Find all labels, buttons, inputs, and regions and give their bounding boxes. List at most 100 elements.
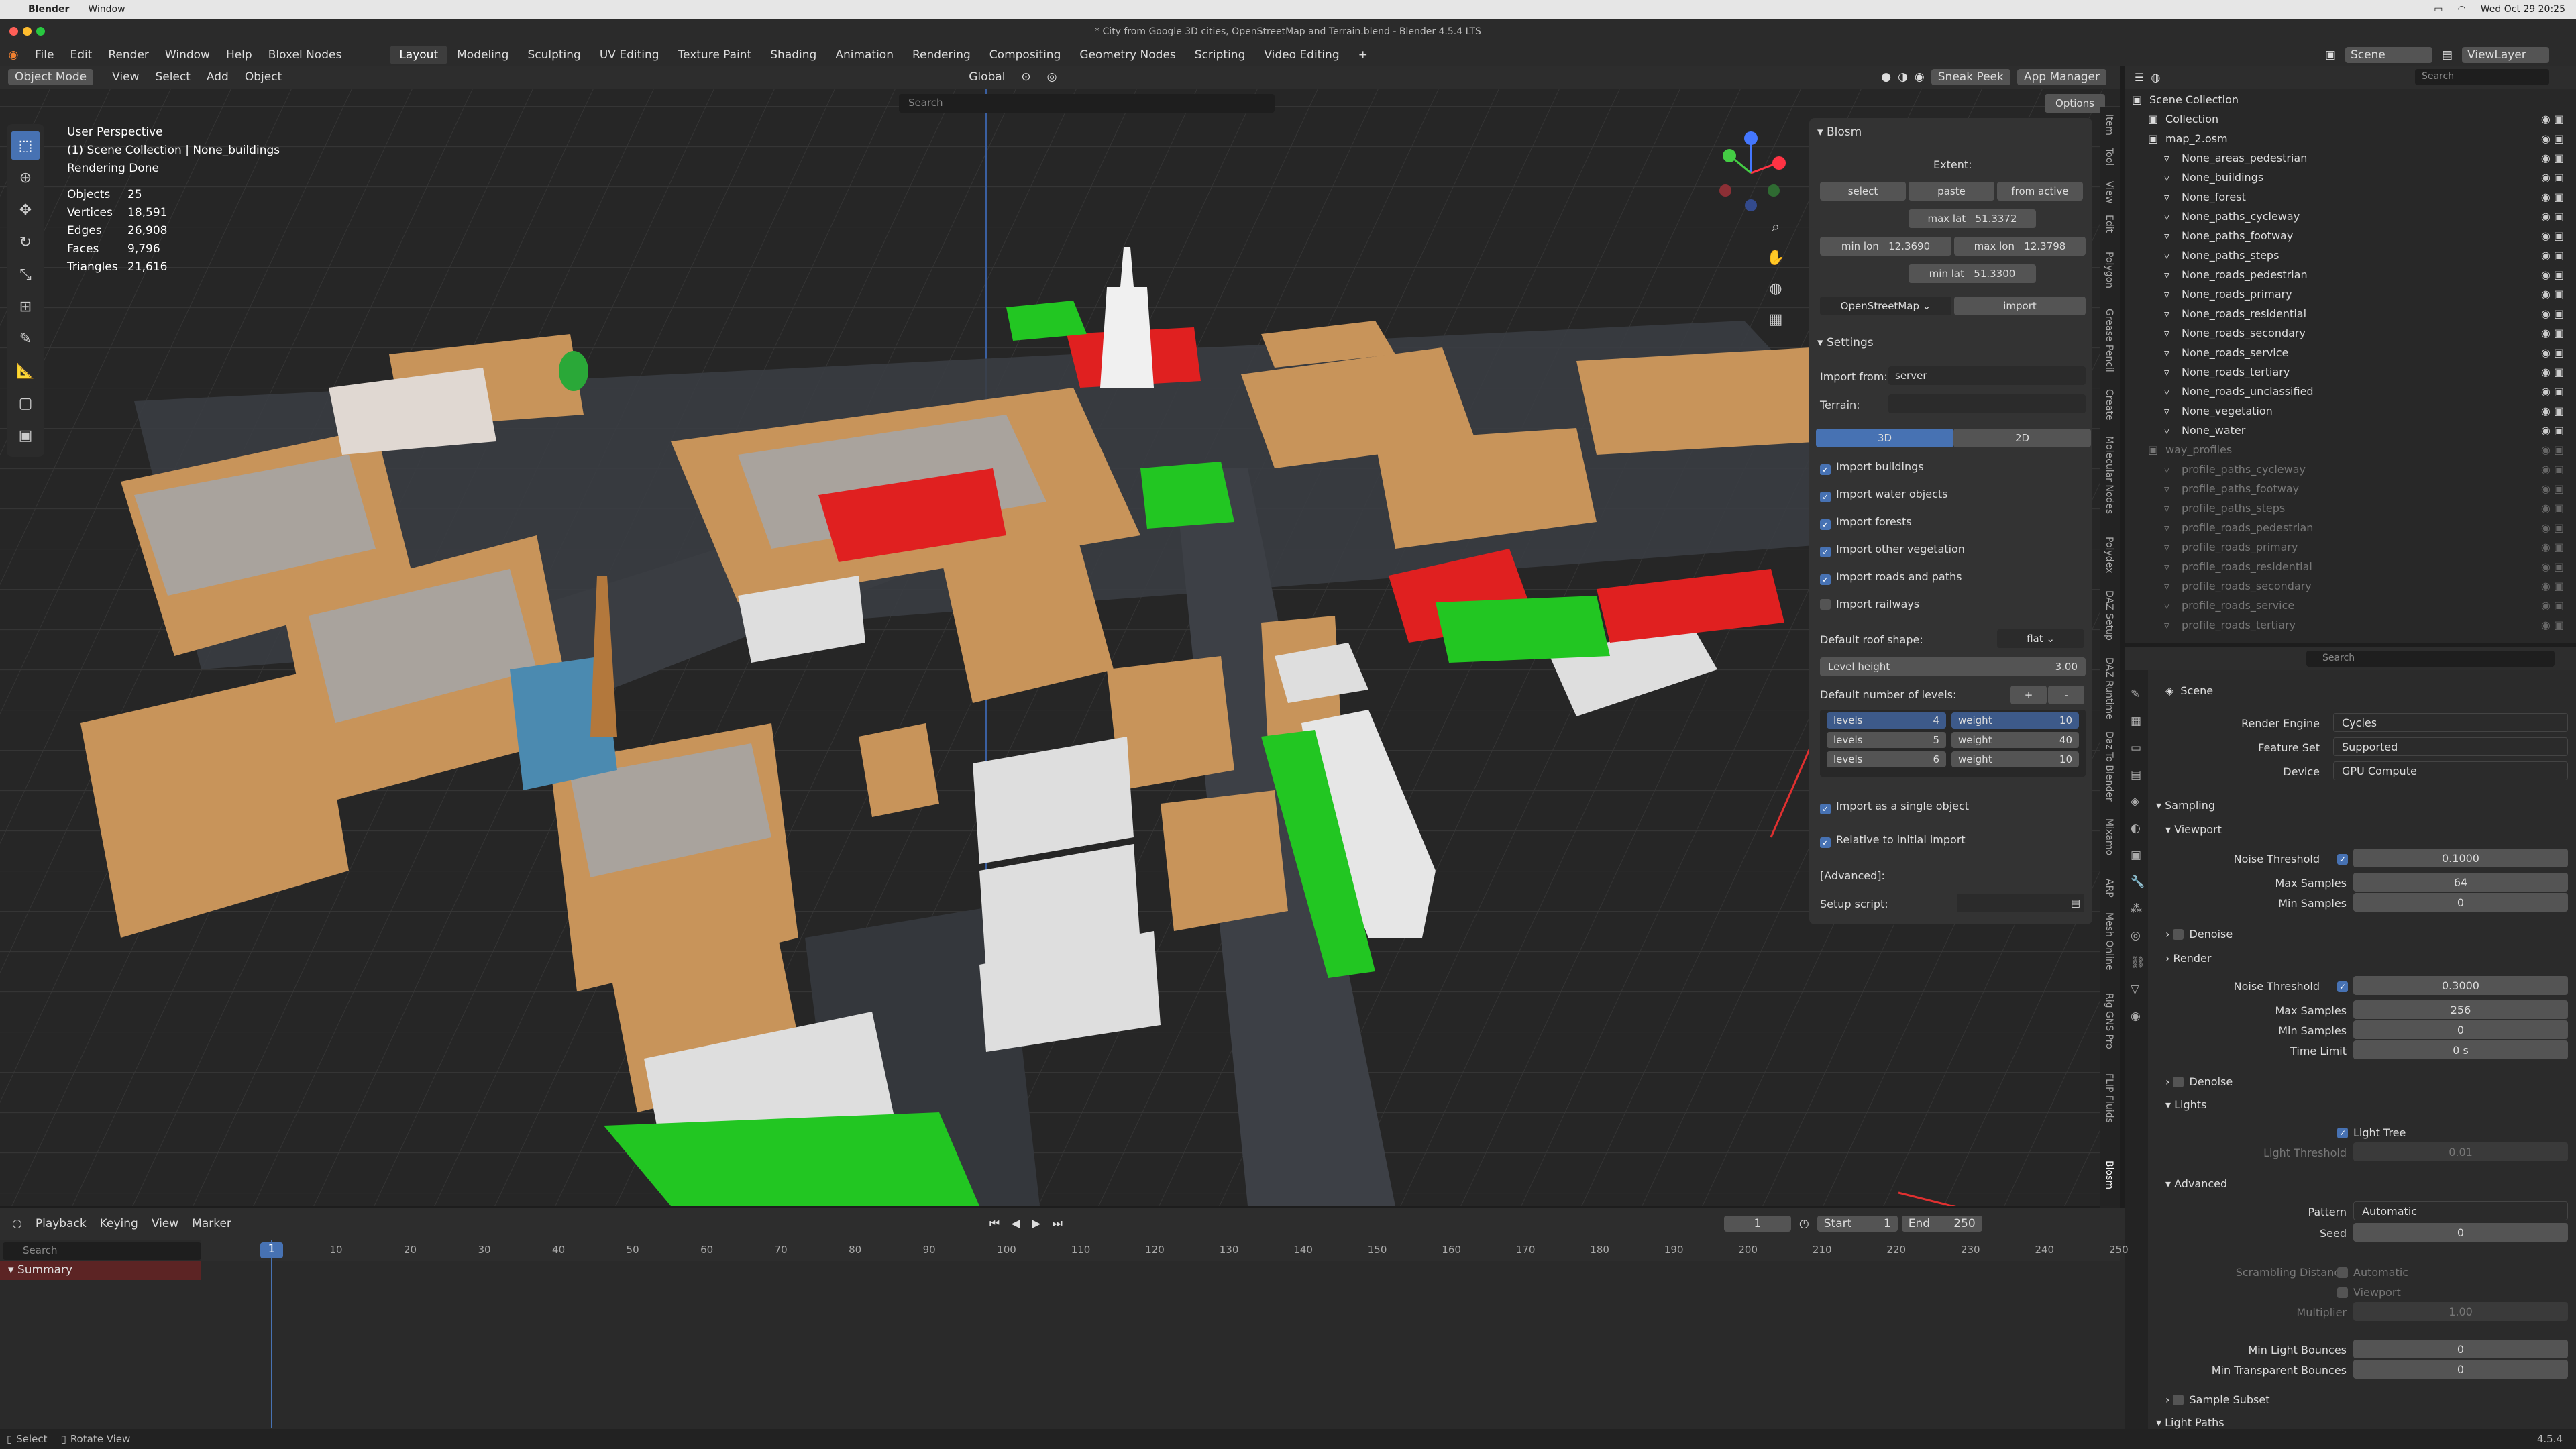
outliner-row[interactable]: ▿ None_paths_footway ◉ ▣: [2132, 226, 2576, 246]
menu-object[interactable]: Object: [237, 68, 290, 86]
blosm-header[interactable]: ▾ Blosm: [1809, 122, 1862, 142]
timeline-editor-type-icon[interactable]: ◷: [12, 1217, 22, 1230]
visibility-eye-icon[interactable]: ◉ ▣: [2541, 502, 2564, 515]
close-window-button[interactable]: [9, 27, 18, 36]
grid-view-icon[interactable]: ▦: [1766, 305, 1786, 335]
viewport-noise-threshold-field[interactable]: 0.1000: [2353, 849, 2568, 867]
visibility-eye-icon[interactable]: ◉ ▣: [2541, 366, 2564, 378]
scene-collection-row[interactable]: ▣ Scene Collection: [2132, 90, 2576, 109]
outliner-search-input[interactable]: Search: [2415, 69, 2549, 85]
viewport-min-samples-field[interactable]: 0: [2353, 893, 2568, 912]
shading-material-icon[interactable]: ◑: [1898, 70, 1908, 84]
select-box-icon[interactable]: ⬚: [11, 131, 40, 160]
particles-props-icon[interactable]: ⁂: [2131, 896, 2145, 922]
object-props-icon[interactable]: ▣: [2131, 842, 2145, 869]
outliner-row[interactable]: ▿ None_roads_service ◉ ▣: [2132, 343, 2576, 362]
visibility-eye-icon[interactable]: ◉ ▣: [2541, 210, 2564, 223]
blender-logo-icon[interactable]: ◉: [0, 48, 27, 62]
sample-subset-row[interactable]: › Sample Subset: [2165, 1393, 2269, 1406]
viewport-subpanel-header[interactable]: ▾ Viewport: [2165, 823, 2222, 836]
data-props-icon[interactable]: ▽: [2131, 976, 2145, 1003]
tab-shading[interactable]: Shading: [761, 46, 826, 64]
current-frame-field[interactable]: 1: [1723, 1216, 1791, 1232]
checkbox-single-object[interactable]: ✓ Import as a single object: [1820, 800, 1969, 814]
outliner-row[interactable]: ▿ profile_roads_tertiary ◉ ▣: [2132, 615, 2576, 635]
checkbox-import-vegetation[interactable]: ✓ Import other vegetation: [1820, 543, 1965, 557]
world-props-icon[interactable]: ◐: [2131, 815, 2145, 842]
light-threshold-field[interactable]: 0.01: [2353, 1142, 2568, 1161]
tab-arp[interactable]: ARP: [2104, 879, 2114, 898]
material-props-icon[interactable]: ◉: [2131, 1003, 2145, 1030]
tab-layout[interactable]: Layout: [390, 46, 448, 64]
zoom-icon[interactable]: ⌕: [1766, 212, 1786, 243]
properties-search-input[interactable]: Search: [2306, 651, 2555, 667]
visibility-eye-icon[interactable]: ◉ ▣: [2541, 327, 2564, 339]
timeline-view-menu[interactable]: View: [152, 1217, 178, 1230]
menu-window[interactable]: Window: [157, 48, 218, 62]
outliner-row[interactable]: ▿ None_paths_steps ◉ ▣: [2132, 246, 2576, 265]
visibility-eye-icon[interactable]: ◉ ▣: [2541, 405, 2564, 417]
import-button[interactable]: import: [1954, 297, 2086, 315]
tab-uv-editing[interactable]: UV Editing: [590, 46, 669, 64]
zoom-window-button[interactable]: [36, 27, 45, 36]
visibility-eye-icon[interactable]: ◉ ▣: [2541, 229, 2564, 242]
tab-rendering[interactable]: Rendering: [903, 46, 980, 64]
summary-channel[interactable]: ▾ Summary: [0, 1261, 201, 1280]
checkbox-import-railways[interactable]: Import railways: [1820, 598, 1919, 610]
checkbox-import-forests[interactable]: ✓ Import forests: [1820, 515, 1912, 530]
outliner-row[interactable]: ▿ None_roads_pedestrian ◉ ▣: [2132, 265, 2576, 284]
tab-grease-pencil[interactable]: Grease Pencil: [2104, 309, 2114, 372]
city-scene[interactable]: [0, 66, 2120, 1206]
tab-video-editing[interactable]: Video Editing: [1254, 46, 1348, 64]
visibility-eye-icon[interactable]: ◉ ▣: [2541, 463, 2564, 476]
tab-compositing[interactable]: Compositing: [980, 46, 1071, 64]
rotate-icon[interactable]: ↻: [11, 227, 40, 257]
tab-rig-gns-pro[interactable]: Rig GNS Pro: [2104, 993, 2114, 1049]
start-frame-field[interactable]: Start 1: [1817, 1216, 1898, 1232]
keying-menu[interactable]: Keying: [100, 1217, 138, 1230]
move-icon[interactable]: ✥: [11, 195, 40, 225]
multiplier-field[interactable]: 1.00: [2353, 1302, 2568, 1321]
sneak-peek-button[interactable]: Sneak Peek: [1931, 69, 2010, 85]
tab-create[interactable]: Create: [2104, 389, 2114, 421]
minimize-window-button[interactable]: [23, 27, 32, 36]
visibility-eye-icon[interactable]: ◉ ▣: [2541, 171, 2564, 184]
playback-controls[interactable]: ⏮ ◀ ▶ ⏭: [989, 1217, 1067, 1230]
visibility-eye-icon[interactable]: ◉ ▣: [2541, 482, 2564, 495]
app-manager-button[interactable]: App Manager: [2017, 69, 2106, 85]
tab-item[interactable]: Item: [2104, 114, 2114, 136]
checkbox-relative-import[interactable]: ✓ Relative to initial import: [1820, 833, 1966, 848]
render-props-icon[interactable]: ▦: [2131, 708, 2145, 735]
checkbox-import-roads[interactable]: ✓ Import roads and paths: [1820, 570, 1962, 585]
visibility-eye-icon[interactable]: ◉ ▣: [2541, 346, 2564, 359]
import-from-dropdown[interactable]: server: [1888, 366, 2086, 385]
end-frame-field[interactable]: End 250: [1901, 1216, 1982, 1232]
visibility-eye-icon[interactable]: ◉ ▣: [2541, 424, 2564, 437]
shading-solid-icon[interactable]: ●: [1881, 70, 1891, 84]
tab-animation[interactable]: Animation: [826, 46, 903, 64]
output-props-icon[interactable]: ▭: [2131, 735, 2145, 761]
visibility-eye-icon[interactable]: ◉ ▣: [2541, 560, 2564, 573]
wifi-icon[interactable]: ◠: [2458, 4, 2466, 15]
modifier-props-icon[interactable]: 🔧: [2131, 869, 2145, 896]
tab-texture-paint[interactable]: Texture Paint: [669, 46, 761, 64]
weight-row-1[interactable]: weight 10: [1951, 712, 2079, 729]
mode-2d-toggle[interactable]: 2D: [1953, 429, 2091, 447]
time-limit-field[interactable]: 0 s: [2353, 1040, 2568, 1059]
sampling-panel-header[interactable]: ▾ Sampling: [2156, 799, 2215, 812]
settings-header[interactable]: ▾ Settings: [1809, 333, 1874, 353]
visibility-eye-icon[interactable]: ◉ ▣: [2541, 541, 2564, 553]
3d-viewport[interactable]: ⌕ ✋ ◍ ▦: [0, 66, 2120, 1206]
tab-daz-setup[interactable]: DAZ Setup: [2104, 590, 2114, 641]
menu-bloxel-nodes[interactable]: Bloxel Nodes: [260, 48, 350, 62]
pattern-dropdown[interactable]: Automatic: [2353, 1201, 2568, 1220]
playback-menu[interactable]: Playback: [36, 1217, 87, 1230]
viewport-search-input[interactable]: Search: [899, 94, 1275, 113]
from-active-button[interactable]: from active: [1997, 182, 2083, 201]
display-mode-icon[interactable]: ◍: [2151, 71, 2160, 84]
paste-button[interactable]: paste: [1909, 182, 1994, 201]
tab-tool[interactable]: Tool: [2104, 148, 2114, 166]
object-mode-dropdown[interactable]: Object Mode: [8, 69, 94, 85]
tab-daz-to-blender[interactable]: Daz To Blender: [2104, 731, 2114, 802]
menu-render[interactable]: Render: [100, 48, 157, 62]
